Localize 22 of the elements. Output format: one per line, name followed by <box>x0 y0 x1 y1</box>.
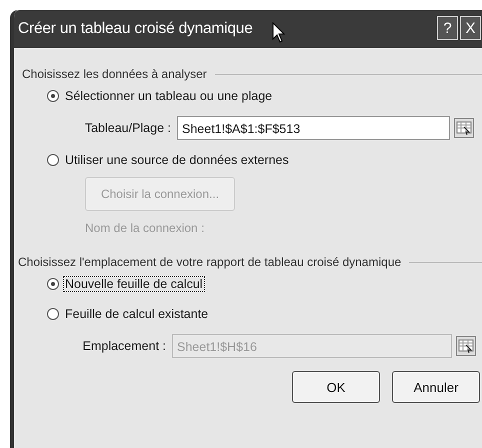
radio-label[interactable]: Utiliser une source de données externes <box>63 152 291 168</box>
field-label: Emplacement : <box>82 339 167 353</box>
range-picker-icon[interactable] <box>454 118 474 138</box>
radio-label[interactable]: Nouvelle feuille de calcul <box>63 276 205 292</box>
ok-button[interactable]: OK <box>292 371 380 403</box>
radio-label[interactable]: Feuille de calcul existante <box>63 306 210 322</box>
section-legend: Choisissez les données à analyser <box>22 67 207 81</box>
radio-label[interactable]: Sélectionner un tableau ou une plage <box>63 88 274 104</box>
close-button[interactable]: X <box>460 16 481 40</box>
cancel-button[interactable]: Annuler <box>392 371 480 403</box>
section-legend: Choisissez l'emplacement de votre rapport de tableau croisé dynamique <box>18 255 402 269</box>
mouse-cursor-icon <box>272 22 286 44</box>
range-picker-icon[interactable] <box>456 336 476 356</box>
window-title: Créer un tableau croisé dynamique <box>18 20 253 38</box>
radio-button[interactable] <box>47 278 59 290</box>
radio-button[interactable] <box>47 308 59 320</box>
radio-button[interactable] <box>47 154 59 166</box>
field-label: Tableau/Plage : <box>84 121 172 135</box>
input-field[interactable]: Sheet1!$A$1:$F$513 <box>177 116 450 140</box>
help-button[interactable]: ? <box>437 16 458 40</box>
radio-button[interactable] <box>47 90 59 102</box>
connection-name-label: Nom de la connexion : <box>85 221 204 235</box>
